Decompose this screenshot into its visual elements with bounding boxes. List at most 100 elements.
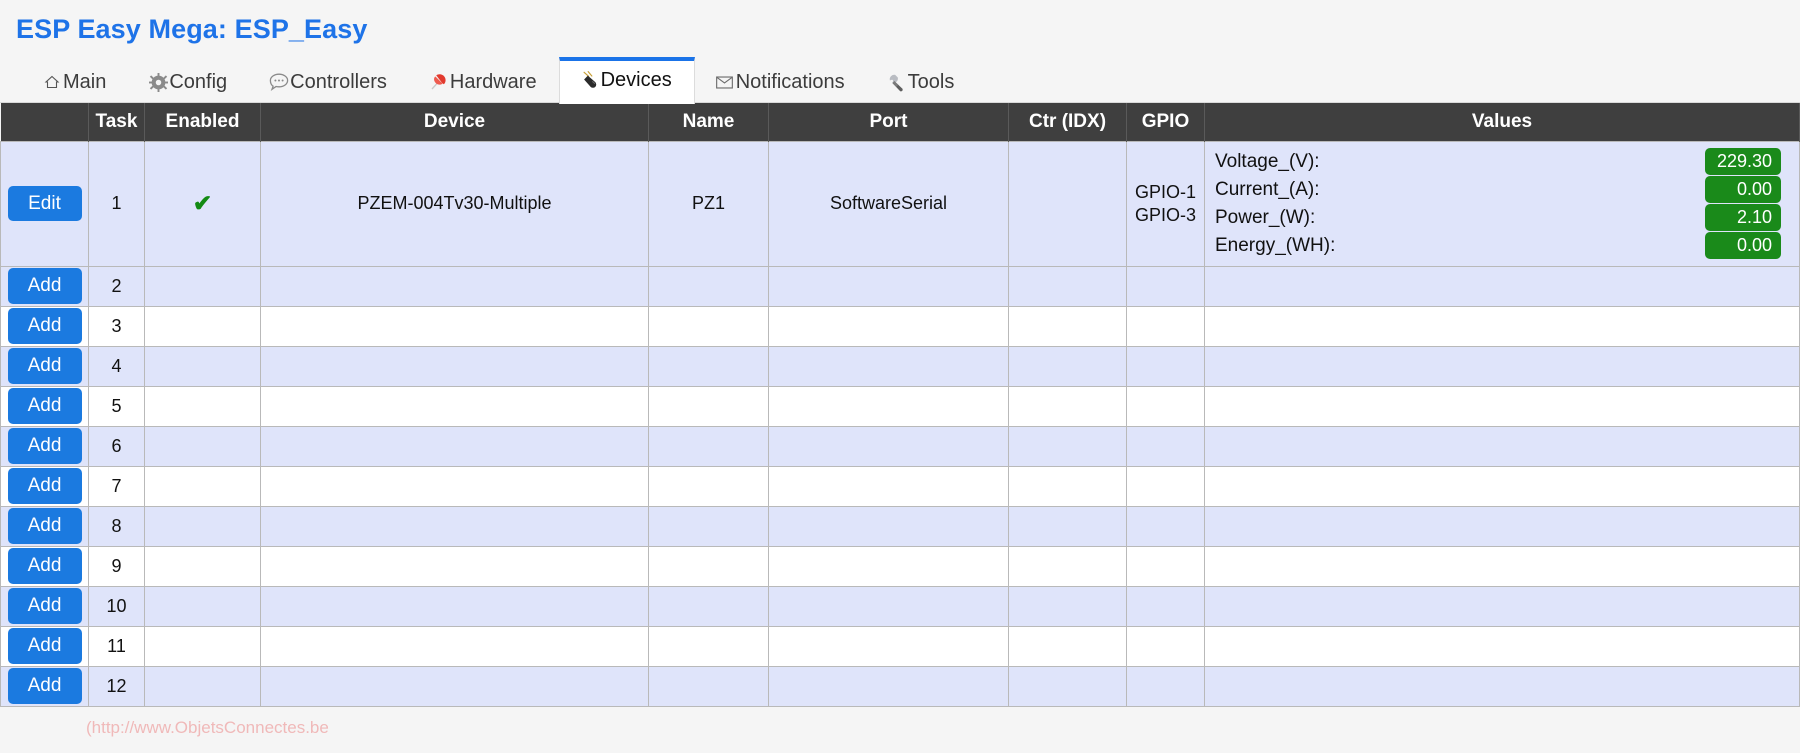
value-row: Voltage_(V): 229.30	[1215, 147, 1781, 176]
gpio-cell	[1126, 625, 1205, 667]
value-label: Voltage_(V):	[1215, 150, 1320, 172]
add-button[interactable]: Add	[7, 508, 82, 544]
name-cell	[648, 505, 769, 547]
ctr-idx-cell	[1008, 505, 1127, 547]
ctr-idx-cell	[1008, 140, 1127, 267]
values-cell	[1204, 665, 1800, 707]
task-cell: 10	[88, 585, 145, 627]
values-cell	[1204, 465, 1800, 507]
value-badge: 2.10	[1705, 203, 1781, 232]
tab-bar: Main Config Controllers Hardware Devices Noti…	[0, 57, 1800, 104]
value-row: Power_(W): 2.10	[1215, 203, 1781, 232]
action-cell: Add	[0, 425, 89, 467]
tab-label: Devices	[600, 69, 672, 91]
table-row: Add 3	[0, 305, 1800, 347]
action-cell: Add	[0, 385, 89, 427]
values-cell	[1204, 385, 1800, 427]
device-cell	[260, 305, 649, 347]
add-button[interactable]: Add	[7, 388, 82, 424]
plug-icon	[580, 70, 600, 90]
gpio-pin: GPIO-3	[1135, 204, 1197, 225]
device-cell: PZEM-004Tv30-Multiple	[260, 140, 649, 267]
device-cell	[260, 505, 649, 547]
add-button[interactable]: Add	[7, 468, 82, 504]
column-header-task: Task	[88, 103, 145, 141]
ctr-idx-cell	[1008, 425, 1127, 467]
table-header: Task Enabled Device Name Port Ctr (IDX) GPIO Va…	[0, 103, 1800, 141]
action-cell: Edit	[0, 140, 89, 267]
tab-main[interactable]: Main	[22, 66, 128, 103]
gpio-cell	[1126, 425, 1205, 467]
device-cell	[260, 545, 649, 587]
table-row: Add 2	[0, 265, 1800, 307]
task-cell: 12	[88, 665, 145, 707]
column-header-values: Values	[1204, 103, 1800, 141]
add-button[interactable]: Add	[7, 308, 82, 344]
tab-tools[interactable]: Tools	[867, 66, 977, 103]
value-row: Energy_(WH): 0.00	[1215, 231, 1781, 260]
gpio-cell	[1126, 385, 1205, 427]
gpio-cell	[1126, 265, 1205, 307]
watermark: (http://www.ObjetsConnectes.be	[86, 718, 329, 737]
gpio-cell	[1126, 465, 1205, 507]
port-cell	[768, 345, 1009, 387]
device-cell	[260, 465, 649, 507]
action-cell: Add	[0, 625, 89, 667]
page-title: ESP Easy Mega: ESP_Easy	[16, 14, 368, 44]
add-button[interactable]: Add	[7, 348, 82, 384]
table-row: Add 4	[0, 345, 1800, 387]
table-row: Edit 1 ✔ PZEM-004Tv30-Multiple PZ1 SoftwareSe…	[0, 140, 1800, 267]
enabled-cell	[144, 665, 261, 707]
column-header-action	[0, 103, 89, 141]
action-cell: Add	[0, 345, 89, 387]
task-cell: 6	[88, 425, 145, 467]
add-button[interactable]: Add	[7, 588, 82, 624]
tab-devices[interactable]: Devices	[558, 57, 695, 104]
add-button[interactable]: Add	[7, 668, 82, 704]
port-cell	[768, 305, 1009, 347]
gpio-cell	[1126, 545, 1205, 587]
ctr-idx-cell	[1008, 305, 1127, 347]
column-header-ctr-idx: Ctr (IDX)	[1008, 103, 1127, 141]
add-button[interactable]: Add	[7, 628, 82, 664]
gpio-cell	[1126, 585, 1205, 627]
device-cell	[260, 265, 649, 307]
name-cell	[648, 665, 769, 707]
column-header-device: Device	[260, 103, 649, 141]
envelope-icon	[715, 72, 735, 92]
values-cell: Voltage_(V): 229.30 Current_(A): 0.00 Power_…	[1204, 140, 1800, 267]
values-cell	[1204, 585, 1800, 627]
enabled-cell	[144, 385, 261, 427]
table-row: Add 12	[0, 665, 1800, 707]
add-button[interactable]: Add	[7, 548, 82, 584]
action-cell: Add	[0, 305, 89, 347]
name-cell	[648, 265, 769, 307]
task-cell: 4	[88, 345, 145, 387]
gpio-pin: GPIO-1	[1135, 182, 1197, 202]
tab-label: Hardware	[449, 71, 537, 93]
add-button[interactable]: Add	[7, 268, 82, 304]
tab-controllers[interactable]: Controllers	[249, 66, 409, 103]
tab-notifications[interactable]: Notifications	[695, 66, 867, 103]
tab-label: Notifications	[735, 71, 845, 93]
port-cell	[768, 665, 1009, 707]
add-button[interactable]: Add	[7, 428, 82, 464]
task-cell: 3	[88, 305, 145, 347]
tab-hardware[interactable]: Hardware	[409, 66, 559, 103]
values-cell	[1204, 545, 1800, 587]
edit-button[interactable]: Edit	[7, 185, 82, 222]
name-cell	[648, 545, 769, 587]
table-row: Add 5	[0, 385, 1800, 427]
tab-config[interactable]: Config	[128, 66, 249, 103]
enabled-cell	[144, 345, 261, 387]
enabled-cell	[144, 625, 261, 667]
home-icon	[42, 72, 62, 92]
action-cell: Add	[0, 545, 89, 587]
device-cell	[260, 625, 649, 667]
ctr-idx-cell	[1008, 465, 1127, 507]
name-cell: PZ1	[648, 140, 769, 267]
device-cell	[260, 665, 649, 707]
ctr-idx-cell	[1008, 265, 1127, 307]
value-label: Current_(A):	[1215, 178, 1320, 200]
task-cell: 8	[88, 505, 145, 547]
